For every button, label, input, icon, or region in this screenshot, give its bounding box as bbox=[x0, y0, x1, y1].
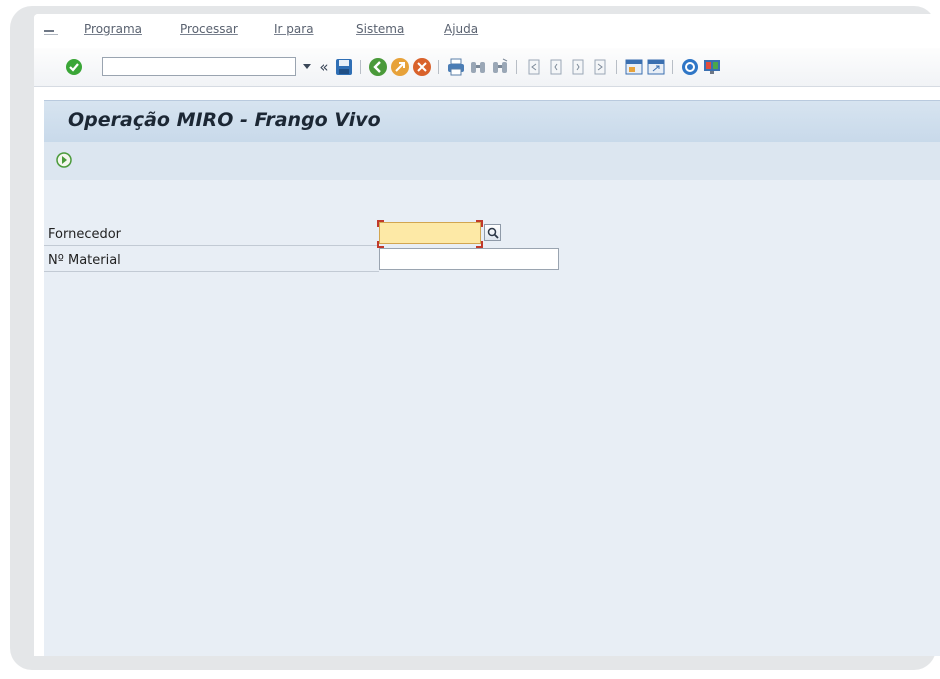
shortcut-icon bbox=[647, 59, 665, 75]
enter-button[interactable] bbox=[64, 57, 84, 77]
fornecedor-input[interactable] bbox=[379, 222, 481, 244]
find-button[interactable] bbox=[468, 57, 488, 77]
create-shortcut-button[interactable] bbox=[646, 57, 666, 77]
menu-item-programa[interactable]: Programa bbox=[84, 22, 142, 36]
execute-button[interactable] bbox=[54, 150, 74, 170]
fornecedor-search-help-button[interactable] bbox=[484, 224, 501, 241]
chevron-down-icon bbox=[303, 64, 311, 69]
menu-item-ir-para[interactable]: Ir para bbox=[274, 22, 314, 36]
application-toolbar bbox=[44, 142, 940, 181]
check-icon bbox=[66, 59, 82, 75]
last-page-icon bbox=[594, 59, 606, 75]
binoculars-icon bbox=[471, 62, 485, 73]
material-label: Nº Material bbox=[48, 253, 121, 268]
cancel-button[interactable] bbox=[412, 57, 432, 77]
menu-item-ajuda[interactable]: Ajuda bbox=[444, 22, 478, 36]
help-button[interactable] bbox=[680, 57, 700, 77]
focus-corner-bottom-left bbox=[377, 241, 384, 248]
selection-screen: Fornecedor Nº Material bbox=[44, 180, 940, 656]
find-next-button[interactable] bbox=[490, 57, 510, 77]
first-page-icon bbox=[528, 59, 540, 75]
sap-window: Programa Processar Ir para Sistema Ajuda… bbox=[34, 14, 940, 656]
search-icon bbox=[487, 227, 499, 239]
menu-bar: Programa Processar Ir para Sistema Ajuda bbox=[34, 14, 940, 48]
back-button[interactable] bbox=[368, 57, 388, 77]
menu-item-processar[interactable]: Processar bbox=[180, 22, 238, 36]
focus-corner-top-right bbox=[476, 220, 483, 227]
field-row-material: Nº Material bbox=[44, 249, 379, 272]
new-session-button[interactable] bbox=[624, 57, 644, 77]
previous-page-icon bbox=[550, 59, 562, 75]
command-field[interactable] bbox=[102, 57, 296, 76]
menu-item-sistema[interactable]: Sistema bbox=[356, 22, 404, 36]
menu-expand-icon[interactable] bbox=[44, 23, 58, 35]
execute-icon bbox=[56, 152, 72, 168]
print-button[interactable] bbox=[446, 57, 466, 77]
help-icon bbox=[682, 59, 698, 75]
page-title: Operação MIRO - Frango Vivo bbox=[68, 109, 381, 131]
cancel-icon bbox=[413, 58, 431, 76]
next-page-icon bbox=[572, 59, 584, 75]
print-icon bbox=[448, 58, 464, 76]
previous-page-button[interactable] bbox=[546, 57, 566, 77]
binoculars-next-icon bbox=[493, 58, 508, 73]
save-button[interactable] bbox=[334, 57, 354, 77]
collapse-command-button[interactable]: « bbox=[314, 57, 334, 77]
customize-layout-icon bbox=[704, 60, 720, 74]
back-icon bbox=[369, 58, 387, 76]
layout-menu-button[interactable] bbox=[702, 57, 722, 77]
focus-corner-bottom-right bbox=[476, 241, 483, 248]
exit-icon bbox=[391, 58, 409, 76]
last-page-button[interactable] bbox=[590, 57, 610, 77]
save-icon bbox=[336, 59, 352, 75]
new-session-icon bbox=[625, 59, 643, 75]
fornecedor-label: Fornecedor bbox=[48, 227, 122, 242]
field-row-fornecedor: Fornecedor bbox=[44, 223, 379, 246]
exit-button[interactable] bbox=[390, 57, 410, 77]
next-page-button[interactable] bbox=[568, 57, 588, 77]
screen-title-bar: Operação MIRO - Frango Vivo bbox=[44, 100, 940, 143]
standard-toolbar: « bbox=[34, 48, 940, 87]
focus-corner-top-left bbox=[377, 220, 384, 227]
material-input[interactable] bbox=[379, 248, 559, 270]
first-page-button[interactable] bbox=[524, 57, 544, 77]
command-dropdown[interactable] bbox=[300, 60, 314, 74]
